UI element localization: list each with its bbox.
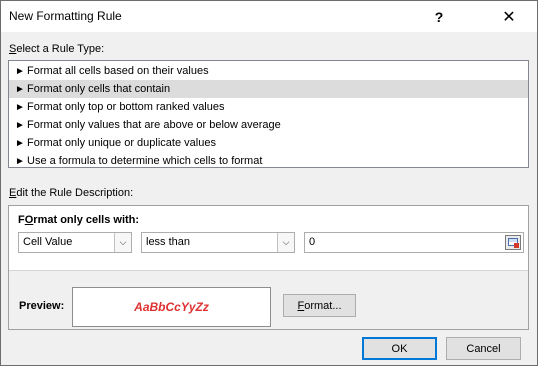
bullet-icon: ► bbox=[15, 120, 25, 131]
chevron-down-icon[interactable]: ⌵ bbox=[114, 233, 131, 252]
bullet-icon: ► bbox=[15, 138, 25, 149]
rule-type-item-above-below-average[interactable]: ► Format only values that are above or be… bbox=[9, 116, 528, 134]
bullet-icon: ► bbox=[15, 66, 25, 77]
close-icon[interactable]: ✕ bbox=[491, 1, 527, 32]
new-formatting-rule-dialog: New Formatting Rule ? ✕ Select a Rule Ty… bbox=[0, 0, 538, 366]
rule-type-item-unique-duplicate[interactable]: ► Format only unique or duplicate values bbox=[9, 134, 528, 152]
rule-type-label: Select a Rule Type: bbox=[9, 43, 105, 55]
preview-sample-text: AaBbCcYyZz bbox=[134, 300, 209, 314]
bullet-icon: ► bbox=[15, 102, 25, 113]
chevron-down-icon[interactable]: ⌵ bbox=[277, 233, 294, 252]
operator-dropdown[interactable]: less than ⌵ bbox=[141, 232, 295, 253]
rule-description-panel: FOrmat only cells with: Cell Value ⌵ les… bbox=[8, 205, 529, 330]
ok-button[interactable]: OK bbox=[362, 337, 437, 360]
format-button[interactable]: Format... bbox=[283, 294, 356, 317]
range-selector-icon[interactable] bbox=[505, 235, 521, 250]
rule-type-list[interactable]: ► Format all cells based on their values … bbox=[8, 60, 529, 168]
rule-type-item-formula[interactable]: ► Use a formula to determine which cells … bbox=[9, 152, 528, 170]
rule-type-item-all-cells[interactable]: ► Format all cells based on their values bbox=[9, 62, 528, 80]
value-input[interactable]: 0 bbox=[304, 232, 524, 253]
bullet-icon: ► bbox=[15, 156, 25, 167]
preview-box: AaBbCcYyZz bbox=[72, 287, 271, 327]
rule-type-item-cells-that-contain[interactable]: ► Format only cells that contain bbox=[9, 80, 528, 98]
condition-area: FOrmat only cells with: Cell Value ⌵ les… bbox=[9, 206, 528, 271]
help-icon[interactable]: ? bbox=[421, 1, 457, 32]
cancel-button[interactable]: Cancel bbox=[446, 337, 521, 360]
rule-description-label: Edit the Rule Description: bbox=[9, 187, 134, 199]
title-bar: New Formatting Rule ? ✕ bbox=[1, 1, 537, 32]
rule-type-item-top-bottom[interactable]: ► Format only top or bottom ranked values bbox=[9, 98, 528, 116]
dialog-title: New Formatting Rule bbox=[9, 9, 122, 23]
preview-label: Preview: bbox=[19, 300, 65, 312]
condition-type-dropdown[interactable]: Cell Value ⌵ bbox=[18, 232, 132, 253]
format-only-cells-with-label: FOrmat only cells with: bbox=[18, 214, 140, 226]
bullet-icon: ► bbox=[15, 84, 25, 95]
